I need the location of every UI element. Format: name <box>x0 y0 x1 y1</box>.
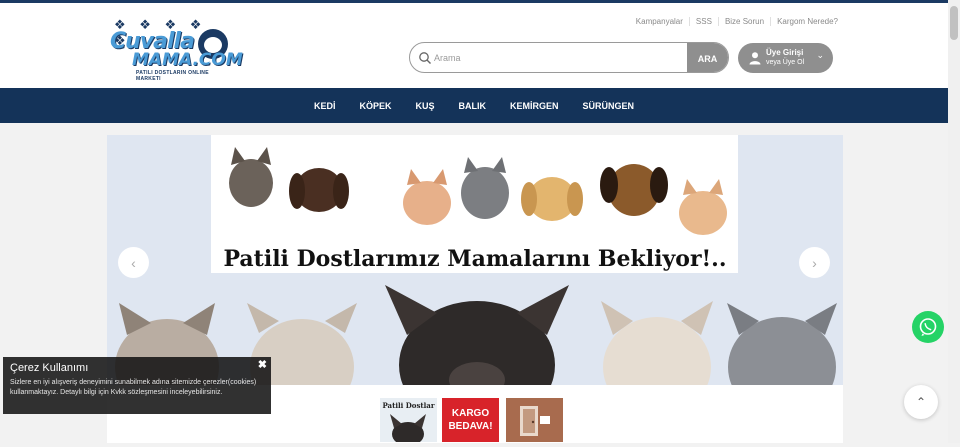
site-logo[interactable]: ❖ ❖ ❖ ❖ ❖ Cuvalla MAMA.COM PATILI DOSTLA… <box>110 17 243 82</box>
site-header: ❖ ❖ ❖ ❖ ❖ Cuvalla MAMA.COM PATILI DOSTLA… <box>0 3 948 88</box>
slider-next-button[interactable]: › <box>799 247 830 278</box>
nav-item-kedi[interactable]: KEDİ <box>314 101 336 111</box>
logo-wordmark-bottom: MAMA.COM <box>132 50 243 70</box>
search-bar: ARA <box>409 42 729 73</box>
badge-free-shipping[interactable]: KARGO BEDAVA! <box>442 398 499 442</box>
search-button[interactable]: ARA <box>687 43 728 72</box>
cookie-banner: Çerez Kullanımı ✖ Sizlere en iyi alışver… <box>3 357 271 414</box>
top-links: Kampanyalar SSS Bize Sorun Kargom Nerede… <box>630 17 844 26</box>
user-icon <box>749 52 761 65</box>
whatsapp-button[interactable] <box>912 311 944 343</box>
nav-item-kemirgen[interactable]: KEMİRGEN <box>510 101 559 111</box>
badge-door-delivery[interactable] <box>506 398 563 442</box>
link-track-order[interactable]: Kargom Nerede? <box>770 17 844 26</box>
nav-item-kus[interactable]: KUŞ <box>415 101 434 111</box>
nav-item-balik[interactable]: BALIK <box>459 101 487 111</box>
nav-item-kopek[interactable]: KÖPEK <box>359 101 391 111</box>
badge-patili-dostlar[interactable]: Patili Dostlar <box>380 398 437 442</box>
badge-free-shipping-line1: KARGO <box>451 408 490 419</box>
link-campaigns[interactable]: Kampanyalar <box>630 17 689 26</box>
login-label: Üye Girişi <box>766 48 804 57</box>
door-icon <box>520 406 550 436</box>
link-faq[interactable]: SSS <box>688 17 718 26</box>
logo-tagline: PATILI DOSTLARIN ONLINE MARKETI <box>136 70 209 82</box>
scrollbar-thumb[interactable] <box>950 6 958 40</box>
search-icon <box>419 52 431 64</box>
link-ask-us[interactable]: Bize Sorun <box>717 17 770 26</box>
search-input[interactable] <box>434 49 684 67</box>
cookie-title: Çerez Kullanımı <box>10 362 89 374</box>
badge-patili-dostlar-label: Patili Dostlar <box>382 401 435 410</box>
badge-free-shipping-line2: BEDAVA! <box>448 421 493 432</box>
scroll-to-top-button[interactable]: ⌃ <box>904 385 938 419</box>
page-scrollbar[interactable] <box>948 0 960 443</box>
cookie-body: Sizlere en iyi alışveriş deneyimini suna… <box>10 379 257 396</box>
nav-item-surungen[interactable]: SÜRÜNGEN <box>583 101 635 111</box>
category-nav: KEDİ KÖPEK KUŞ BALIK KEMİRGEN SÜRÜNGEN <box>0 88 948 123</box>
hero-headline: Patili Dostlarımız Mamalarını Bekliyor!.… <box>223 246 727 272</box>
dog-icon <box>390 414 426 442</box>
whatsapp-icon <box>919 318 937 336</box>
close-icon[interactable]: ✖ <box>258 358 267 371</box>
slider-prev-button[interactable]: ‹ <box>118 247 149 278</box>
account-button[interactable]: Üye Girişi veya Üye Ol ⌄ <box>738 43 833 73</box>
chevron-down-icon: ⌄ <box>816 50 824 60</box>
register-label: veya Üye Ol <box>766 59 805 66</box>
